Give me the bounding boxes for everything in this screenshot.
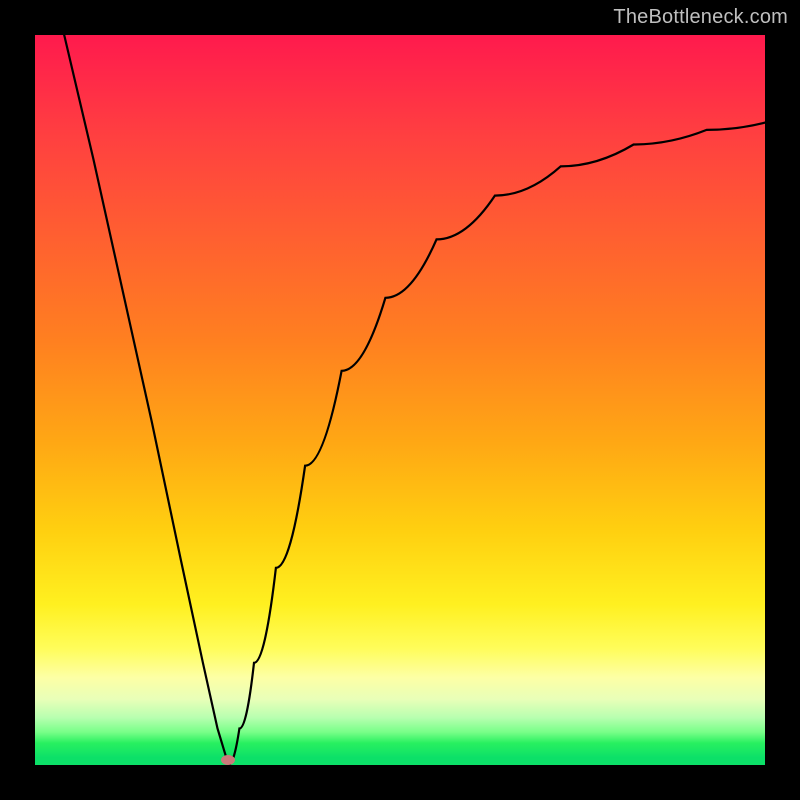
chart-frame: TheBottleneck.com — [0, 0, 800, 800]
minimum-marker — [221, 755, 235, 765]
plot-area — [35, 35, 765, 765]
curve-svg — [35, 35, 765, 765]
watermark-text: TheBottleneck.com — [613, 6, 788, 29]
bottleneck-curve-path — [64, 35, 765, 765]
